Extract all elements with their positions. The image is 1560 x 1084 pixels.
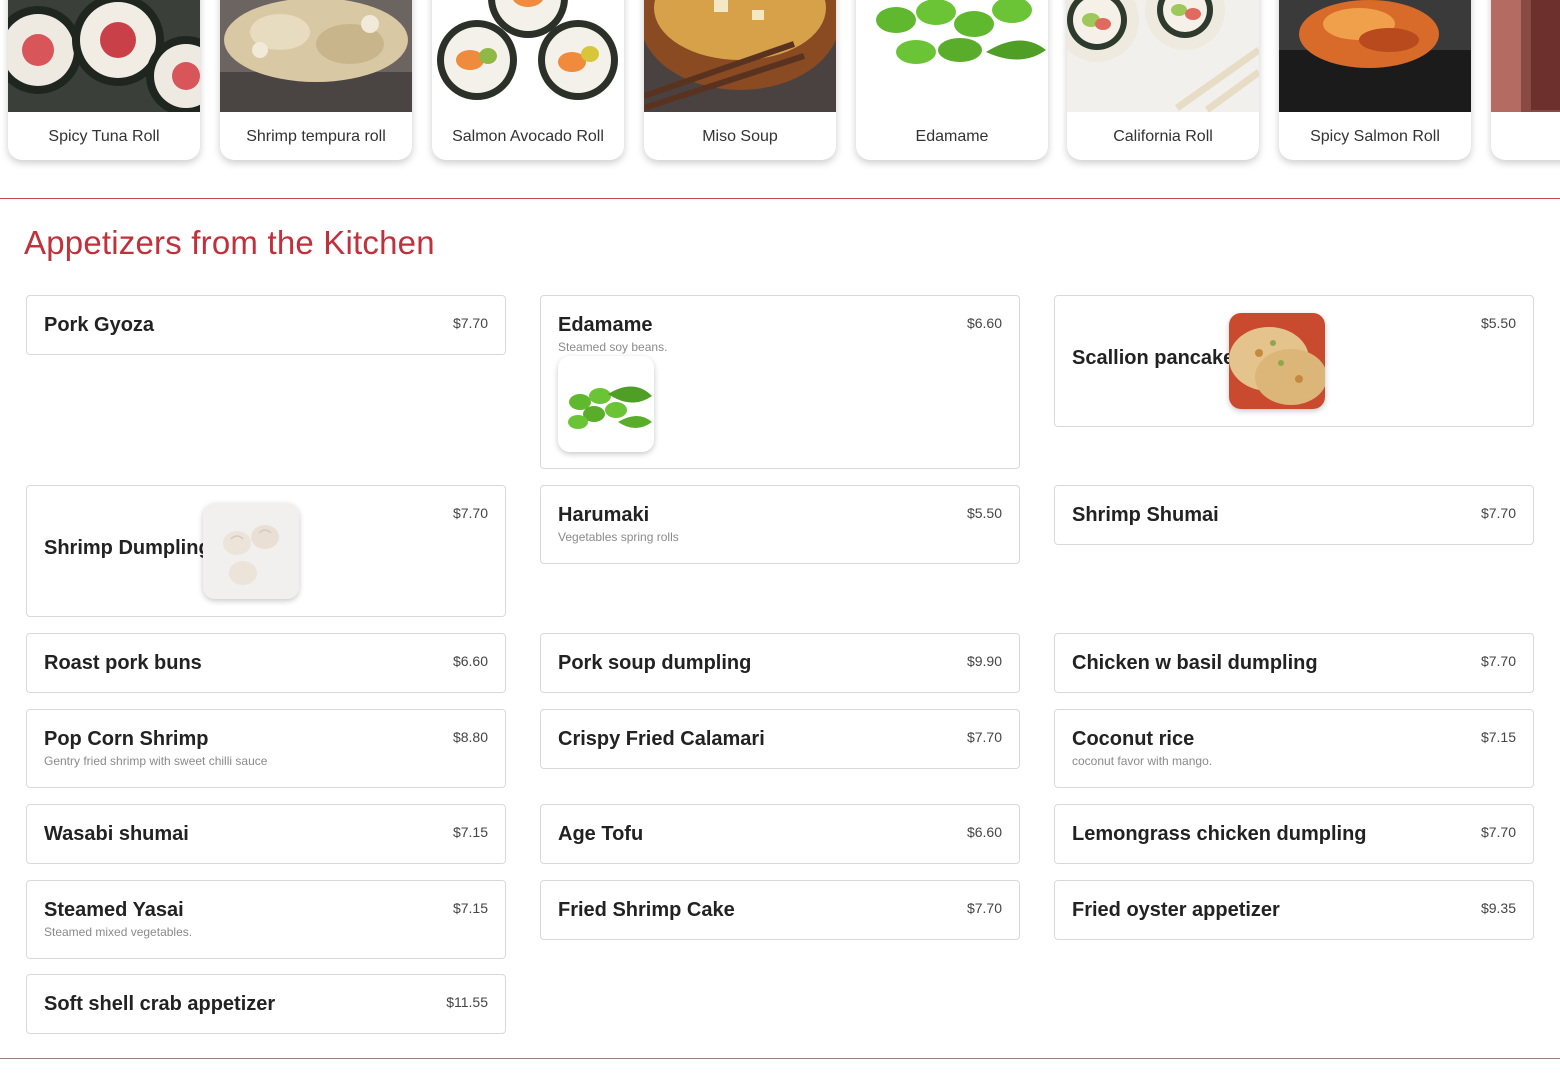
item-description: Steamed mixed vegetables. bbox=[44, 925, 193, 939]
featured-card-label: Miso Soup bbox=[702, 128, 778, 145]
item-name: Lemongrass chicken dumpling bbox=[1072, 823, 1367, 845]
featured-card-label: Salmon Avocado Roll bbox=[452, 128, 604, 145]
california-roll-photo bbox=[1067, 0, 1259, 112]
menu-item[interactable]: Shrimp Dumpling $7.70 bbox=[26, 485, 506, 617]
featured-card[interactable]: Miso Soup bbox=[644, 0, 836, 160]
item-price: $7.70 bbox=[452, 505, 488, 521]
menu-item[interactable]: Fried Shrimp Cake $7.70 bbox=[540, 880, 1020, 940]
scallion-pancake-photo bbox=[1229, 313, 1325, 409]
menu-item[interactable]: Harumaki Vegetables spring rolls $5.50 bbox=[540, 485, 1020, 564]
shrimp-dumpling-photo bbox=[203, 503, 299, 599]
item-price: $7.70 bbox=[1480, 505, 1516, 521]
item-price: $6.60 bbox=[966, 315, 1002, 331]
menu-item[interactable]: Edamame Steamed soy beans. $6.60 bbox=[540, 295, 1020, 469]
featured-card[interactable]: Salmon Avocado Roll bbox=[432, 0, 624, 160]
item-description: coconut favor with mango. bbox=[1072, 754, 1213, 768]
item-name: Coconut rice bbox=[1072, 728, 1195, 750]
featured-card[interactable]: Shrimp tempura roll bbox=[220, 0, 412, 160]
item-name: Steamed Yasai bbox=[44, 899, 184, 921]
item-description: Vegetables spring rolls bbox=[558, 530, 679, 544]
item-price: $7.70 bbox=[966, 729, 1002, 745]
item-name: Fried Shrimp Cake bbox=[558, 899, 735, 921]
featured-card-label: Edamame bbox=[915, 128, 989, 145]
item-price: $7.70 bbox=[1480, 824, 1516, 840]
menu-item[interactable]: Fried oyster appetizer $9.35 bbox=[1054, 880, 1534, 940]
item-price: $9.35 bbox=[1480, 900, 1516, 916]
item-description: Gentry fried shrimp with sweet chilli sa… bbox=[44, 754, 268, 768]
menu-item[interactable]: Shrimp Shumai $7.70 bbox=[1054, 485, 1534, 545]
item-price: $7.15 bbox=[1480, 729, 1516, 745]
section-divider bbox=[0, 198, 1560, 199]
item-name: Edamame bbox=[558, 314, 653, 336]
item-description: Steamed soy beans. bbox=[558, 340, 668, 354]
item-price: $5.50 bbox=[966, 505, 1002, 521]
section-divider-bottom bbox=[0, 1058, 1560, 1059]
edamame-photo bbox=[558, 356, 654, 452]
item-price: $7.70 bbox=[452, 315, 488, 331]
menu-item[interactable]: Lemongrass chicken dumpling $7.70 bbox=[1054, 804, 1534, 864]
item-name: Age Tofu bbox=[558, 823, 644, 845]
menu-item[interactable]: Steamed Yasai Steamed mixed vegetables. … bbox=[26, 880, 506, 959]
item-name: Shrimp Dumpling bbox=[44, 537, 211, 559]
featured-card[interactable]: Edamame bbox=[856, 0, 1048, 160]
miso-soup-photo bbox=[644, 0, 836, 112]
edamame-photo bbox=[856, 0, 1048, 112]
featured-card[interactable] bbox=[1491, 0, 1560, 160]
item-price: $7.15 bbox=[452, 900, 488, 916]
item-name: Fried oyster appetizer bbox=[1072, 899, 1280, 921]
item-price: $7.70 bbox=[1480, 653, 1516, 669]
item-name: Scallion pancake bbox=[1072, 347, 1235, 369]
menu-item[interactable]: Crispy Fried Calamari $7.70 bbox=[540, 709, 1020, 769]
menu-item[interactable]: Age Tofu $6.60 bbox=[540, 804, 1020, 864]
featured-card-label: Spicy Tuna Roll bbox=[48, 128, 160, 145]
item-price: $8.80 bbox=[452, 729, 488, 745]
featured-card[interactable]: California Roll bbox=[1067, 0, 1259, 160]
item-name: Soft shell crab appetizer bbox=[44, 993, 276, 1015]
partial-card-photo bbox=[1491, 0, 1560, 112]
section-title: Appetizers from the Kitchen bbox=[24, 224, 435, 261]
menu-item[interactable]: Wasabi shumai $7.15 bbox=[26, 804, 506, 864]
featured-card-label: California Roll bbox=[1113, 128, 1213, 145]
menu-item[interactable]: Pork soup dumpling $9.90 bbox=[540, 633, 1020, 693]
featured-carousel: Spicy Tuna Roll Shrimp tempura roll Salm bbox=[0, 0, 1560, 199]
item-price: $11.55 bbox=[446, 994, 488, 1010]
menu-item[interactable]: Pop Corn Shrimp Gentry fried shrimp with… bbox=[26, 709, 506, 788]
item-name: Pork soup dumpling bbox=[558, 652, 752, 674]
menu-item[interactable]: Roast pork buns $6.60 bbox=[26, 633, 506, 693]
item-name: Pork Gyoza bbox=[44, 314, 155, 336]
item-name: Chicken w basil dumpling bbox=[1072, 652, 1318, 674]
item-price: $7.70 bbox=[966, 900, 1002, 916]
item-price: $6.60 bbox=[966, 824, 1002, 840]
menu-item[interactable]: Pork Gyoza $7.70 bbox=[26, 295, 506, 355]
featured-card-label: Spicy Salmon Roll bbox=[1310, 128, 1440, 145]
item-name: Wasabi shumai bbox=[44, 823, 189, 845]
tempura-roll-photo bbox=[220, 0, 412, 112]
salmon-roll-photo bbox=[432, 0, 624, 112]
item-price: $6.60 bbox=[452, 653, 488, 669]
item-price: $7.15 bbox=[452, 824, 488, 840]
menu-item[interactable]: Chicken w basil dumpling $7.70 bbox=[1054, 633, 1534, 693]
menu-item[interactable]: Scallion pancake $5.50 bbox=[1054, 295, 1534, 427]
item-name: Pop Corn Shrimp bbox=[44, 728, 209, 750]
item-name: Roast pork buns bbox=[44, 652, 202, 674]
sushi-roll-photo bbox=[8, 0, 200, 112]
menu-item[interactable]: Soft shell crab appetizer $11.55 bbox=[26, 974, 506, 1034]
item-price: $9.90 bbox=[966, 653, 1002, 669]
spicy-salmon-roll-photo bbox=[1279, 0, 1471, 112]
featured-card-label: Shrimp tempura roll bbox=[246, 128, 386, 145]
item-name: Shrimp Shumai bbox=[1072, 504, 1219, 526]
featured-card[interactable]: Spicy Tuna Roll bbox=[8, 0, 200, 160]
menu-item[interactable]: Coconut rice coconut favor with mango. $… bbox=[1054, 709, 1534, 788]
item-price: $5.50 bbox=[1480, 315, 1516, 331]
featured-card[interactable]: Spicy Salmon Roll bbox=[1279, 0, 1471, 160]
item-name: Harumaki bbox=[558, 504, 650, 526]
item-name: Crispy Fried Calamari bbox=[558, 728, 765, 750]
